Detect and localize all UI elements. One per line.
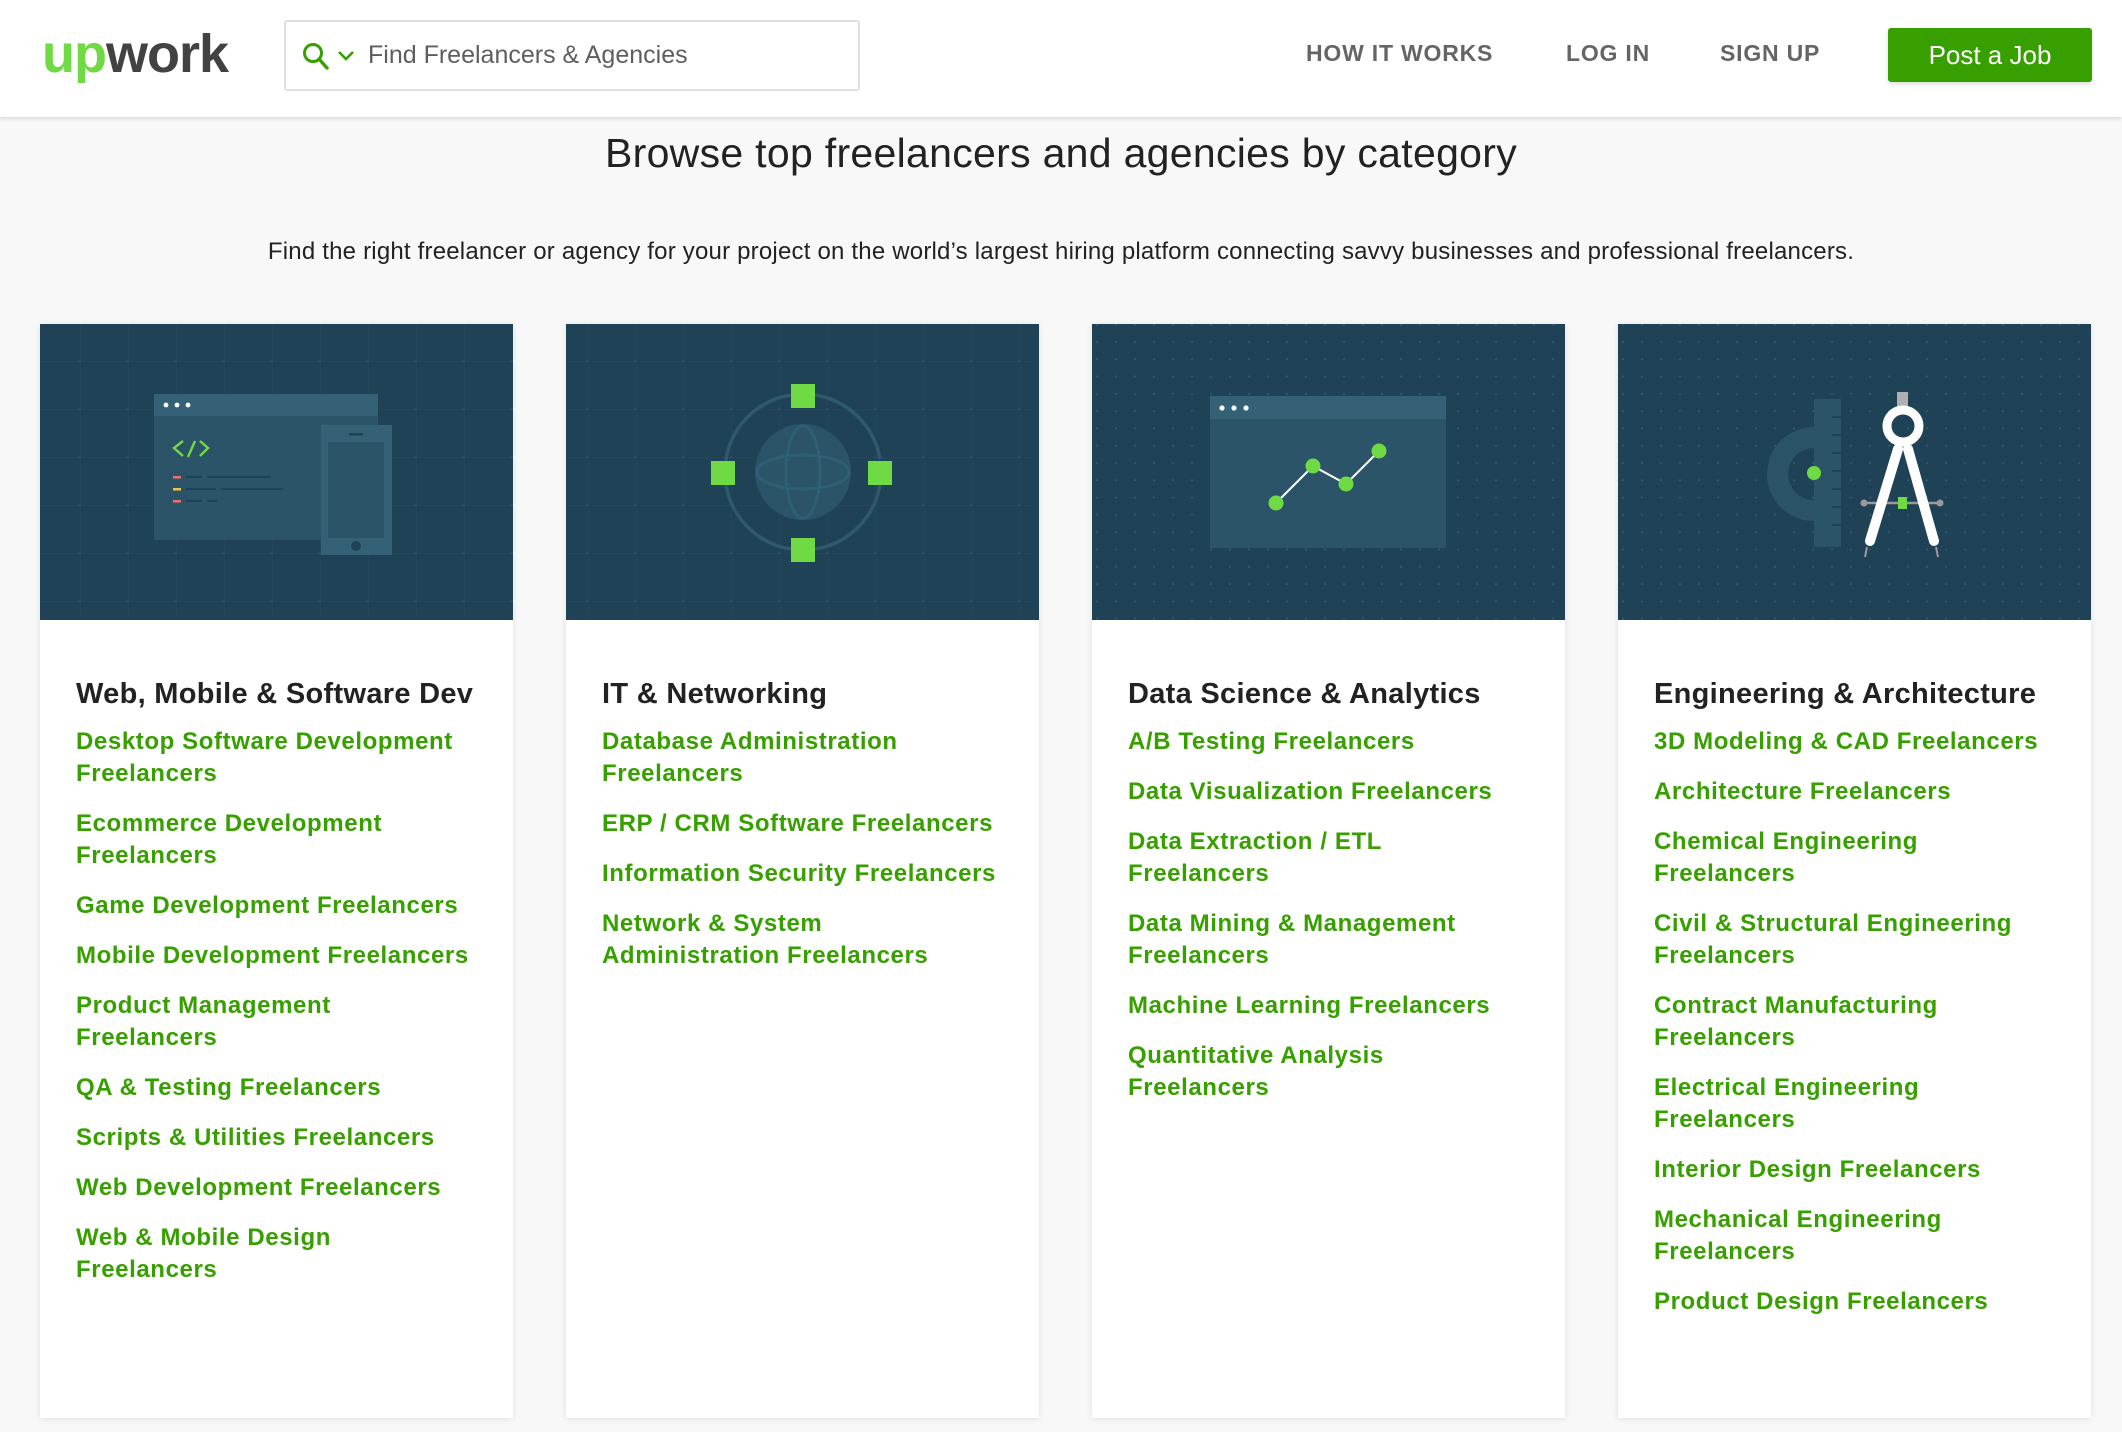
upwork-logo[interactable]: up work (42, 24, 229, 84)
list-item: Product Design Freelancers (1654, 1286, 2055, 1318)
nav-sign-up[interactable]: SIGN UP (1720, 40, 1820, 67)
category-link-list: A/B Testing Freelancers Data Visualizati… (1128, 726, 1529, 1104)
category-card-data-science: Data Science & Analytics A/B Testing Fre… (1092, 324, 1565, 1418)
category-link[interactable]: Web & Mobile Design Freelancers (76, 1222, 477, 1286)
page-title: Browse top freelancers and agencies by c… (604, 130, 1518, 176)
category-link[interactable]: Contract Manufacturing Freelancers (1654, 990, 2055, 1054)
list-item: 3D Modeling & CAD Freelancers (1654, 726, 2055, 758)
list-item: Contract Manufacturing Freelancers (1654, 990, 2055, 1054)
list-item: Network & System Administration Freelanc… (602, 908, 1003, 972)
list-item: Data Visualization Freelancers (1128, 776, 1529, 808)
category-link[interactable]: Interior Design Freelancers (1654, 1154, 2055, 1186)
category-link[interactable]: Quantitative Analysis Freelancers (1128, 1040, 1529, 1104)
category-link[interactable]: Data Mining & Management Freelancers (1128, 908, 1529, 972)
search-input[interactable] (368, 41, 848, 70)
list-item: Information Security Freelancers (602, 858, 1003, 890)
category-link[interactable]: Product Management Freelancers (76, 990, 477, 1054)
category-link[interactable]: Information Security Freelancers (602, 858, 1003, 890)
category-link[interactable]: Ecommerce Development Freelancers (76, 808, 477, 872)
category-card-engineering-architecture: Engineering & Architecture 3D Modeling &… (1618, 324, 2091, 1418)
category-link[interactable]: A/B Testing Freelancers (1128, 726, 1529, 758)
list-item: Product Management Freelancers (76, 990, 477, 1054)
category-link[interactable]: Product Design Freelancers (1654, 1286, 2055, 1318)
chevron-down-icon[interactable] (337, 49, 355, 63)
list-item: Database Administration Freelancers (602, 726, 1003, 790)
list-item: Ecommerce Development Freelancers (76, 808, 477, 872)
category-link[interactable]: Scripts & Utilities Freelancers (76, 1122, 477, 1154)
category-link[interactable]: Architecture Freelancers (1654, 776, 2055, 808)
list-item: QA & Testing Freelancers (76, 1072, 477, 1104)
code-browser-phone-illustration (40, 324, 513, 620)
list-item: Civil & Structural Engineering Freelance… (1654, 908, 2055, 972)
list-item: Mobile Development Freelancers (76, 940, 477, 972)
category-link[interactable]: Game Development Freelancers (76, 890, 477, 922)
list-item: Desktop Software Development Freelancers (76, 726, 477, 790)
category-card-it-networking: IT & Networking Database Administration … (566, 324, 1039, 1418)
list-item: Architecture Freelancers (1654, 776, 2055, 808)
list-item: Quantitative Analysis Freelancers (1128, 1040, 1529, 1104)
category-link[interactable]: Machine Learning Freelancers (1128, 990, 1529, 1022)
category-link[interactable]: Web Development Freelancers (76, 1172, 477, 1204)
category-link-list: Database Administration Freelancers ERP … (602, 726, 1003, 972)
category-link-list: 3D Modeling & CAD Freelancers Architectu… (1654, 726, 2055, 1318)
search-icon[interactable] (301, 41, 331, 71)
category-link[interactable]: Database Administration Freelancers (602, 726, 1003, 790)
category-link[interactable]: Desktop Software Development Freelancers (76, 726, 477, 790)
category-heading: Web, Mobile & Software Dev (76, 678, 474, 710)
logo-up-text: up (42, 24, 107, 84)
post-a-job-button[interactable]: Post a Job (1888, 28, 2092, 82)
list-item: A/B Testing Freelancers (1128, 726, 1529, 758)
category-link[interactable]: Network & System Administration Freelanc… (602, 908, 1003, 972)
list-item: Interior Design Freelancers (1654, 1154, 2055, 1186)
search-box (284, 20, 860, 91)
page-subtitle: Find the right freelancer or agency for … (267, 238, 1855, 265)
category-heading: Data Science & Analytics (1128, 678, 1481, 710)
list-item: Chemical Engineering Freelancers (1654, 826, 2055, 890)
list-item: Web & Mobile Design Freelancers (76, 1222, 477, 1286)
logo-work-text: work (105, 24, 229, 84)
list-item: Data Mining & Management Freelancers (1128, 908, 1529, 972)
category-card-web-mobile-software: Web, Mobile & Software Dev Desktop Softw… (40, 324, 513, 1418)
list-item: Electrical Engineering Freelancers (1654, 1072, 2055, 1136)
line-chart-browser-illustration (1092, 324, 1565, 620)
list-item: ERP / CRM Software Freelancers (602, 808, 1003, 840)
compass-protractor-illustration (1618, 324, 2091, 620)
category-link[interactable]: Mechanical Engineering Freelancers (1654, 1204, 2055, 1268)
top-header: upwork HOW IT WORKS LOG IN SIGN UP Post … (0, 0, 2122, 117)
list-item: Scripts & Utilities Freelancers (76, 1122, 477, 1154)
list-item: Game Development Freelancers (76, 890, 477, 922)
list-item: Data Extraction / ETL Freelancers (1128, 826, 1529, 890)
category-heading: Engineering & Architecture (1654, 678, 2037, 710)
list-item: Web Development Freelancers (76, 1172, 477, 1204)
category-link[interactable]: Mobile Development Freelancers (76, 940, 477, 972)
category-heading: IT & Networking (602, 678, 828, 710)
category-link[interactable]: Data Extraction / ETL Freelancers (1128, 826, 1529, 890)
category-link[interactable]: QA & Testing Freelancers (76, 1072, 477, 1104)
category-link[interactable]: Chemical Engineering Freelancers (1654, 826, 2055, 890)
globe-network-illustration (566, 324, 1039, 620)
category-link-list: Desktop Software Development Freelancers… (76, 726, 477, 1286)
nav-how-it-works[interactable]: HOW IT WORKS (1306, 40, 1493, 67)
nav-log-in[interactable]: LOG IN (1566, 40, 1650, 67)
category-link[interactable]: Civil & Structural Engineering Freelance… (1654, 908, 2055, 972)
list-item: Mechanical Engineering Freelancers (1654, 1204, 2055, 1268)
category-link[interactable]: Data Visualization Freelancers (1128, 776, 1529, 808)
category-link[interactable]: Electrical Engineering Freelancers (1654, 1072, 2055, 1136)
category-link[interactable]: ERP / CRM Software Freelancers (602, 808, 1003, 840)
list-item: Machine Learning Freelancers (1128, 990, 1529, 1022)
category-link[interactable]: 3D Modeling & CAD Freelancers (1654, 726, 2055, 758)
